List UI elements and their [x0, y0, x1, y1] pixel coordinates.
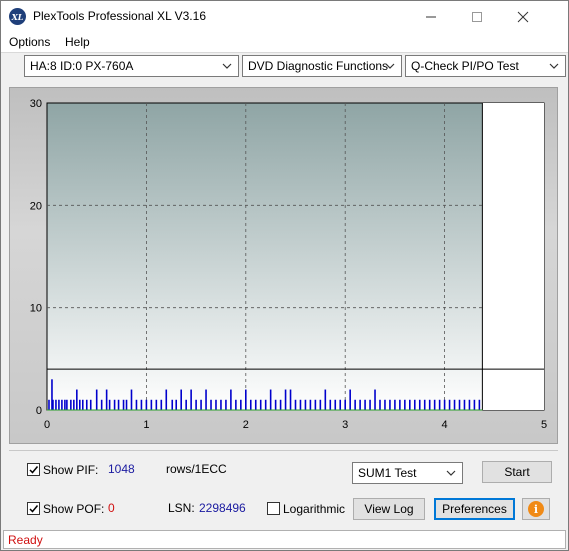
sum-test-select[interactable]: SUM1 Test — [352, 462, 463, 484]
view-log-button[interactable]: View Log — [353, 498, 425, 520]
function-select-value: DVD Diagnostic Functions — [248, 59, 389, 73]
close-icon — [517, 11, 529, 22]
lsn-value: 2298496 — [199, 501, 246, 515]
pof-value: 0 — [108, 501, 115, 515]
show-pof-checkbox[interactable] — [27, 502, 40, 515]
info-button[interactable]: i — [522, 498, 550, 520]
preferences-label: Preferences — [442, 502, 507, 516]
x-tick-label: 4 — [442, 419, 448, 431]
plot-area — [46, 102, 545, 411]
maximize-icon — [472, 11, 482, 22]
app-window: XL PlexTools Professional XL V3.16 Optio… — [0, 0, 569, 551]
chart-canvas: 0 1 2 3 4 5 0 10 20 30 — [30, 98, 547, 431]
info-icon: i — [528, 501, 544, 517]
status-bar: Ready — [3, 530, 566, 549]
menu-bar: Options Help — [1, 32, 568, 52]
y-tick-label: 0 — [36, 405, 42, 417]
view-log-label: View Log — [364, 502, 414, 516]
controls-divider — [9, 450, 558, 451]
x-tick-label: 2 — [243, 419, 249, 431]
lsn-label: LSN: — [168, 501, 195, 515]
start-button-label: Start — [504, 465, 530, 479]
y-tick-label: 10 — [30, 303, 42, 315]
pif-value: 1048 — [108, 462, 135, 476]
y-tick-label: 20 — [30, 200, 42, 212]
drive-select-value: HA:8 ID:0 PX-760A — [30, 59, 134, 73]
show-pof-label: Show POF: — [43, 502, 105, 516]
chevron-down-icon — [446, 470, 456, 476]
window-title: PlexTools Professional XL V3.16 — [33, 9, 206, 23]
show-pif-checkbox[interactable] — [27, 463, 40, 476]
unscanned-region — [482, 103, 544, 410]
x-tick-label: 1 — [143, 419, 149, 431]
minimize-button[interactable] — [408, 1, 454, 32]
show-pif-label: Show PIF: — [43, 463, 99, 477]
title-bar[interactable]: XL PlexTools Professional XL V3.16 — [1, 1, 568, 32]
preferences-button[interactable]: Preferences — [434, 498, 515, 520]
toolbar-divider — [1, 52, 568, 53]
x-tick-label: 3 — [342, 419, 348, 431]
drive-select[interactable]: HA:8 ID:0 PX-760A — [24, 55, 239, 77]
sum-test-value: SUM1 Test — [358, 466, 417, 480]
close-button[interactable] — [500, 1, 546, 32]
chevron-down-icon — [385, 63, 395, 69]
maximize-button[interactable] — [454, 1, 500, 32]
menu-options[interactable]: Options — [9, 35, 50, 49]
pif-unit: rows/1ECC — [166, 462, 227, 476]
status-text: Ready — [8, 533, 43, 547]
test-select[interactable]: Q-Check PI/PO Test — [405, 55, 566, 77]
logarithmic-checkbox[interactable] — [267, 502, 280, 515]
checkmark-icon — [29, 505, 39, 513]
function-select[interactable]: DVD Diagnostic Functions — [242, 55, 402, 77]
test-select-value: Q-Check PI/PO Test — [411, 59, 519, 73]
logarithmic-label: Logarithmic — [283, 502, 346, 516]
x-tick-label: 5 — [541, 419, 547, 431]
x-tick-label: 0 — [44, 419, 50, 431]
menu-help[interactable]: Help — [65, 35, 90, 49]
checkmark-icon — [29, 466, 39, 474]
app-logo-icon: XL — [9, 8, 26, 25]
chevron-down-icon — [549, 63, 559, 69]
minimize-icon — [426, 16, 436, 17]
pi-po-chart: 0 1 2 3 4 5 0 10 20 30 — [9, 87, 558, 444]
chevron-down-icon — [222, 63, 232, 69]
start-button[interactable]: Start — [482, 461, 552, 483]
y-tick-label: 30 — [30, 98, 42, 110]
